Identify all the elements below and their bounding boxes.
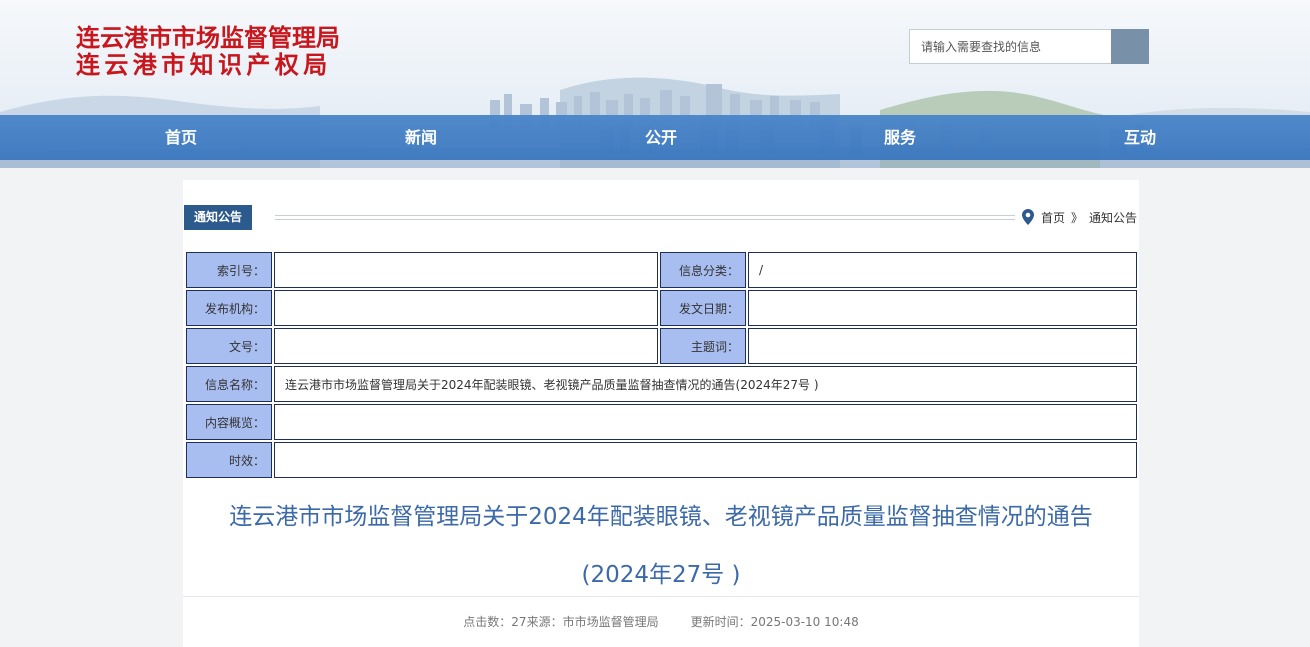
subject-value: [748, 328, 1137, 364]
location-pin-icon: [1021, 209, 1034, 225]
info-meta-table: 索引号： 信息分类： / 发布机构： 发文日期： 文号： 主题词： 信息名称： …: [184, 250, 1139, 480]
search-bar: [909, 29, 1149, 64]
table-row: 内容概览：: [186, 404, 1137, 440]
breadcrumb-current[interactable]: 通知公告: [1089, 209, 1137, 226]
nav-item-interaction[interactable]: 互动: [1080, 115, 1200, 160]
article-title-line1: 连云港市市场监督管理局关于2024年配装眼镜、老视镜产品质量监督抽查情况的通告: [229, 504, 1093, 530]
doc-no-label: 文号：: [186, 328, 272, 364]
publisher-value: [274, 290, 658, 326]
table-row: 文号： 主题词：: [186, 328, 1137, 364]
breadcrumb: 首页 》 通知公告: [1021, 208, 1137, 226]
index-no-value: [274, 252, 658, 288]
validity-label: 时效：: [186, 442, 272, 478]
subject-label: 主题词：: [660, 328, 746, 364]
nav-item-news[interactable]: 新闻: [361, 115, 481, 160]
validity-value: [274, 442, 1137, 478]
main-nav: 首页 新闻 公开 服务 互动: [0, 115, 1310, 160]
nav-item-public[interactable]: 公开: [601, 115, 721, 160]
click-count: 点击数：27: [463, 615, 527, 629]
info-name-value: 连云港市市场监督管理局关于2024年配装眼镜、老视镜产品质量监督抽查情况的通告(…: [274, 366, 1137, 402]
site-header: 连云港市市场监督管理局 连云港市知识产权局 首页 新闻 公开 服务 互动: [0, 0, 1310, 168]
summary-label: 内容概览：: [186, 404, 272, 440]
publisher-label: 发布机构：: [186, 290, 272, 326]
article-title: 连云港市市场监督管理局关于2024年配装眼镜、老视镜产品质量监督抽查情况的通告 …: [183, 488, 1139, 604]
article-info: 点击数：27来源：市市场监督管理局 更新时间：2025-03-10 10:48: [183, 613, 1139, 630]
site-title-line2: 连云港市知识产权局: [76, 50, 332, 79]
table-row: 时效：: [186, 442, 1137, 478]
category-label: 信息分类：: [660, 252, 746, 288]
table-row: 发布机构： 发文日期：: [186, 290, 1137, 326]
search-button[interactable]: [1111, 29, 1149, 64]
update-time: 更新时间：2025-03-10 10:48: [690, 615, 859, 629]
content-panel: 通知公告 首页 》 通知公告 索引号： 信息分类： / 发布机构： 发文日期： …: [183, 180, 1139, 647]
nav-item-home[interactable]: 首页: [121, 115, 241, 160]
article-source: 来源：市市场监督管理局: [526, 615, 659, 629]
date-value: [748, 290, 1137, 326]
site-title[interactable]: 连云港市市场监督管理局 连云港市知识产权局: [76, 24, 340, 78]
site-title-line1: 连云港市市场监督管理局: [76, 23, 340, 52]
date-label: 发文日期：: [660, 290, 746, 326]
nav-item-services[interactable]: 服务: [840, 115, 960, 160]
section-divider: [275, 215, 1015, 220]
breadcrumb-home[interactable]: 首页: [1041, 209, 1065, 226]
index-no-label: 索引号：: [186, 252, 272, 288]
table-row: 信息名称： 连云港市市场监督管理局关于2024年配装眼镜、老视镜产品质量监督抽查…: [186, 366, 1137, 402]
article-divider: [183, 596, 1139, 597]
info-name-label: 信息名称：: [186, 366, 272, 402]
summary-value: [274, 404, 1137, 440]
table-row: 索引号： 信息分类： /: [186, 252, 1137, 288]
search-input[interactable]: [909, 29, 1111, 64]
doc-no-value: [274, 328, 658, 364]
category-value: /: [748, 252, 1137, 288]
breadcrumb-separator: 》: [1070, 210, 1083, 225]
section-tag: 通知公告: [184, 205, 253, 230]
